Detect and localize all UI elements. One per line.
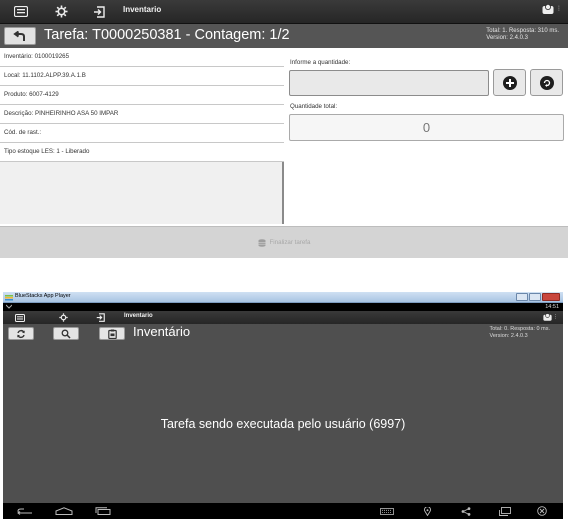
maximize-button[interactable] [529, 293, 541, 301]
screen-icon [499, 506, 511, 516]
total-label: Quantidade total: [290, 103, 338, 110]
plus-icon [502, 75, 517, 90]
clock: 14:51 [545, 304, 559, 310]
action-bar: Inventario ⋮ [0, 0, 568, 24]
window-title: BlueStacks App Player [15, 293, 71, 299]
reset-quantity-button[interactable] [530, 69, 563, 96]
location-icon [424, 506, 431, 516]
menu-button[interactable] [2, 0, 40, 23]
refresh-icon [17, 329, 25, 338]
notification-icon [6, 304, 12, 309]
refresh-button[interactable] [8, 327, 34, 340]
bs-app-title: Inventario [124, 313, 153, 319]
info-row-description: Descrição: PINHEIRINHO ASA 50 IMPAR [0, 105, 284, 124]
clipboard-button[interactable] [99, 327, 125, 340]
close-icon [537, 506, 547, 516]
page-title: Inventário [133, 324, 191, 339]
window-controls [516, 293, 560, 301]
location-button[interactable] [424, 503, 431, 519]
android-status-bar: 14:51 [3, 303, 563, 311]
bs-stats-version: Version: 2.4.0.3 [489, 333, 528, 339]
share-button[interactable] [461, 503, 471, 519]
recents-nav-icon [95, 507, 111, 515]
info-row-tracking-code: Cód. de rast.: [0, 124, 284, 143]
stats-version: Version: 2.4.0.3 [486, 35, 528, 41]
keyboard-button[interactable] [380, 503, 394, 519]
logout-icon [96, 313, 105, 322]
user-icon [542, 4, 554, 14]
search-icon [61, 329, 71, 339]
android-nav-bar [3, 503, 563, 519]
bs-action-bar: Inventario ⋮ [3, 311, 563, 324]
share-icon [461, 506, 471, 516]
bs-stats-total: Total: 0. Resposta: 0 ms. [489, 326, 550, 332]
settings-button[interactable] [42, 0, 80, 23]
overflow-icon: ⋮ [553, 314, 558, 320]
bs-settings-button[interactable] [48, 311, 78, 324]
finalize-button[interactable]: Finalizar tarefa [0, 226, 568, 258]
response-stats: Total: 1. Resposta: 310 ms. Version: 2.4… [486, 28, 559, 42]
menu-icon [14, 6, 28, 17]
back-nav-icon [17, 508, 32, 515]
settings-icon [55, 5, 67, 18]
quantity-label: Informe a quantidade: [290, 59, 351, 66]
bs-response-stats: Total: 0. Resposta: 0 ms. Version: 2.4.0… [489, 326, 550, 340]
app-title: Inventario [123, 5, 162, 14]
status-message: Tarefa sendo executada pelo usuário (699… [160, 417, 406, 431]
logout-icon [94, 5, 105, 18]
bluestacks-logo-icon [5, 295, 13, 301]
info-row-inventory: Inventário: 0100019265 [0, 48, 284, 67]
database-icon [258, 238, 266, 247]
back-icon [13, 30, 25, 41]
back-button[interactable] [4, 27, 36, 45]
recycle-icon [539, 75, 554, 90]
overflow-icon: ⋮ [556, 6, 562, 12]
stats-total: Total: 1. Resposta: 310 ms. [486, 28, 559, 34]
quantity-input[interactable] [289, 70, 489, 96]
info-row-product: Produto: 6007-4129 [0, 86, 284, 105]
task-screen: Inventario ⋮ Tarefa: T0000250381 - Conta… [0, 0, 568, 258]
back-nav-button[interactable] [17, 503, 33, 519]
close-app-button[interactable] [537, 503, 547, 519]
clipboard-icon [107, 329, 117, 339]
info-panel: Inventário: 0100019265 Local: 11.1102.AL… [0, 48, 284, 224]
home-nav-icon [55, 507, 73, 515]
recents-nav-button[interactable] [95, 503, 111, 519]
window-close-button[interactable] [542, 293, 560, 301]
add-quantity-button[interactable] [493, 69, 526, 96]
window-titlebar: BlueStacks App Player [3, 292, 563, 303]
bluestacks-window: BlueStacks App Player 14:51 Inventario ⋮ [3, 292, 563, 519]
minimize-button[interactable] [516, 293, 528, 301]
settings-icon [58, 313, 68, 322]
finalize-label: Finalizar tarefa [269, 239, 311, 246]
task-title: Tarefa: T0000250381 - Contagem: 1/2 [44, 27, 290, 43]
bs-toolbar: Inventário Total: 0. Resposta: 0 ms. Ver… [3, 324, 563, 342]
search-button[interactable] [53, 327, 79, 340]
keyboard-icon [380, 507, 394, 515]
title-bar: Tarefa: T0000250381 - Contagem: 1/2 Tota… [0, 24, 568, 48]
bs-logout-button[interactable] [85, 311, 115, 324]
bs-user-menu[interactable]: ⋮ [543, 313, 558, 321]
info-row-location: Local: 11.1102.ALPP.39.A.1.B [0, 67, 284, 86]
user-icon [543, 313, 552, 321]
total-quantity: 0 [289, 114, 564, 141]
menu-icon [15, 313, 25, 322]
user-menu[interactable]: ⋮ [542, 4, 562, 14]
bs-menu-button[interactable] [5, 311, 35, 324]
info-row-stock-type: Tipo estoque LES: 1 - Liberado [0, 143, 284, 162]
quantity-panel: Informe a quantidade: Quantidade total: … [286, 48, 568, 224]
home-nav-button[interactable] [55, 503, 73, 519]
logout-button[interactable] [80, 0, 118, 23]
screen-button[interactable] [499, 503, 511, 519]
